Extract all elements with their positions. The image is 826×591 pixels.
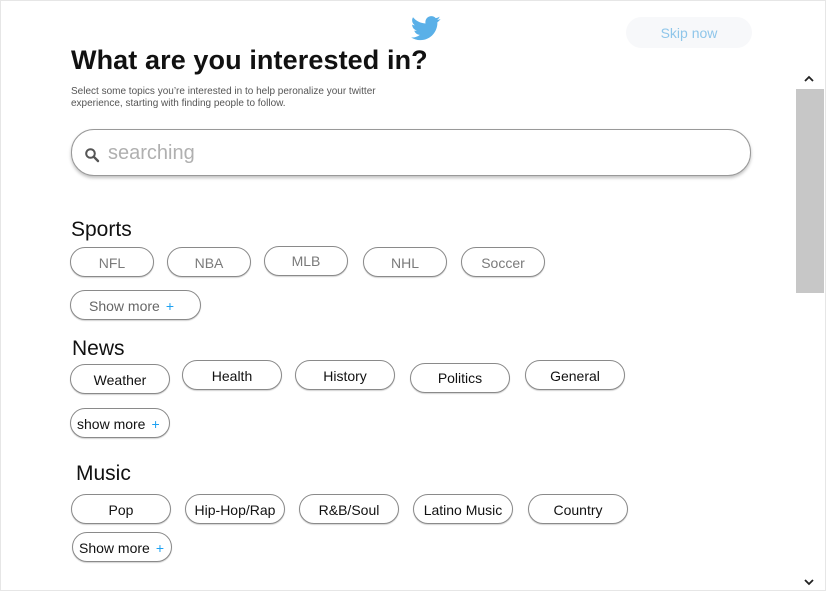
topic-chip-hip-hop-rap[interactable]: Hip-Hop/Rap [185,494,285,524]
topic-chip-general[interactable]: General [525,360,625,390]
skip-now-button[interactable]: Skip now [626,17,752,48]
topic-chip-nba[interactable]: NBA [167,247,251,277]
topic-chip-pop[interactable]: Pop [71,494,171,524]
topic-chip-latino-music[interactable]: Latino Music [413,494,513,524]
search-bar[interactable] [71,129,751,176]
sports-show-more-button[interactable]: Show more + [70,290,201,320]
search-input[interactable] [106,138,730,168]
topic-chip-country[interactable]: Country [528,494,628,524]
show-more-label: Show more [89,298,160,314]
topic-chip-rnb-soul[interactable]: R&B/Soul [299,494,399,524]
topic-chip-soccer[interactable]: Soccer [461,247,545,277]
topic-chip-nhl[interactable]: NHL [363,247,447,277]
search-icon [85,148,100,163]
section-title-news: News [72,337,125,360]
music-show-more-button[interactable]: Show more + [72,532,172,562]
news-show-more-button[interactable]: show more + [70,408,170,438]
plus-icon: + [155,540,164,556]
plus-icon: + [165,298,174,314]
section-title-sports: Sports [71,218,132,241]
plus-icon: + [151,416,160,432]
topic-chip-weather[interactable]: Weather [70,364,170,394]
app-window: Skip now What are you interested in? Sel… [0,0,826,591]
scroll-down-arrow-icon[interactable] [803,576,815,588]
scrollbar-thumb[interactable] [796,89,824,293]
page-subtitle: Select some topics you’re interested in … [71,86,376,109]
twitter-bird-icon [411,16,441,41]
scroll-up-arrow-icon[interactable] [803,73,815,85]
topic-chip-mlb[interactable]: MLB [264,246,348,276]
topic-chip-nfl[interactable]: NFL [70,247,154,277]
topic-chip-history[interactable]: History [295,360,395,390]
topic-chip-health[interactable]: Health [182,360,282,390]
section-title-music: Music [76,462,131,485]
topic-chip-politics[interactable]: Politics [410,363,510,393]
page-title: What are you interested in? [71,45,428,75]
show-more-label: Show more [79,540,150,556]
show-more-label: show more [77,416,146,432]
